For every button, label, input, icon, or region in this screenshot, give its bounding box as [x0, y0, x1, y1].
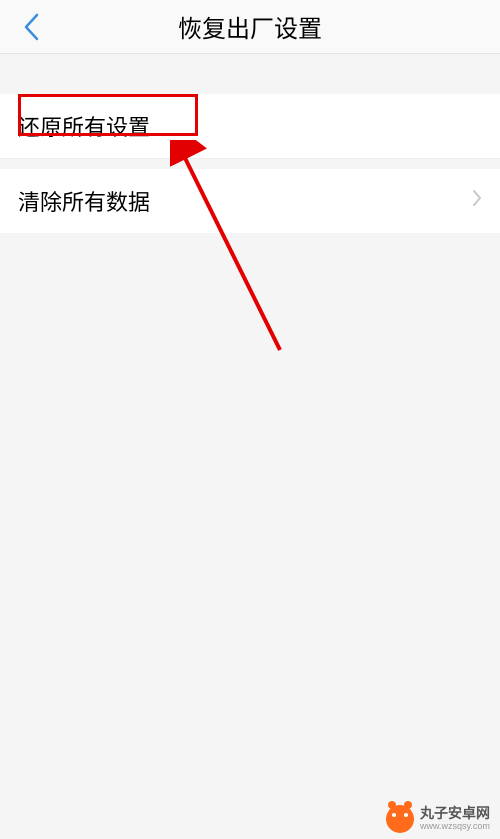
list-item-label: 清除所有数据 — [18, 185, 150, 217]
watermark: 丸子安卓网 www.wzsqsy.com — [386, 805, 490, 833]
erase-all-data-item[interactable]: 清除所有数据 — [0, 169, 500, 233]
reset-all-settings-item[interactable]: 还原所有设置 — [0, 94, 500, 159]
watermark-text: 丸子安卓网 www.wzsqsy.com — [420, 806, 490, 831]
back-button[interactable] — [16, 12, 46, 42]
list-separator — [0, 159, 500, 169]
list-item-label: 还原所有设置 — [18, 110, 150, 142]
header-bar: 恢复出厂设置 — [0, 0, 500, 54]
content-area: 还原所有设置 清除所有数据 — [0, 54, 500, 233]
watermark-logo-icon — [386, 805, 414, 833]
watermark-name: 丸子安卓网 — [420, 806, 490, 821]
back-chevron-icon — [23, 13, 39, 41]
chevron-right-icon — [472, 189, 482, 213]
watermark-url: www.wzsqsy.com — [420, 822, 490, 832]
page-title: 恢复出厂设置 — [0, 9, 500, 44]
